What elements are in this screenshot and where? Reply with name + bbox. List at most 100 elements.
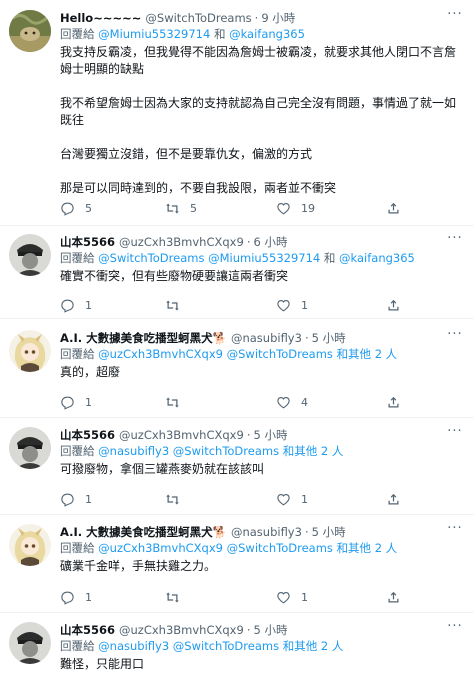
retweet-button[interactable] bbox=[165, 590, 180, 605]
mention-link[interactable]: @uzCxh3BmvhCXqx9 bbox=[98, 541, 223, 555]
reply-button[interactable]: 1 bbox=[60, 492, 92, 507]
separator: · bbox=[246, 428, 251, 442]
user-handle[interactable]: @nasubifly3 bbox=[231, 524, 302, 540]
share-button[interactable] bbox=[386, 492, 401, 507]
reply-context: 回覆給 @nasubifly3 @SwitchToDreams 和其他 2 人 bbox=[60, 443, 466, 459]
avatar-image bbox=[9, 427, 51, 469]
timestamp[interactable]: 5 小時 bbox=[253, 427, 287, 443]
reply-button[interactable]: 1 bbox=[60, 298, 92, 313]
timestamp[interactable]: 5 小時 bbox=[253, 622, 287, 638]
tweet-text: 可撥廢物，拿個三罐燕麥奶就在該該叫 bbox=[60, 461, 466, 478]
reply-icon bbox=[61, 299, 74, 313]
separator: · bbox=[254, 11, 259, 25]
mention-link[interactable]: @SwitchToDreams bbox=[227, 541, 333, 555]
heart-icon bbox=[277, 299, 290, 311]
action-bar: 1 1 bbox=[60, 296, 400, 314]
others-link[interactable]: 和其他 2 人 bbox=[337, 541, 398, 555]
share-button[interactable] bbox=[386, 395, 401, 410]
tweet-header: Hello~~~~~ @SwitchToDreams · 9 小時 bbox=[60, 10, 466, 26]
share-icon bbox=[388, 202, 399, 213]
reply-context: 回覆給 @Miumiu55329714 和 @kaifang365 bbox=[60, 26, 466, 42]
reply-button[interactable]: 1 bbox=[60, 590, 92, 605]
timestamp[interactable]: 9 小時 bbox=[261, 10, 295, 26]
mention-link[interactable]: @SwitchToDreams bbox=[98, 251, 204, 265]
reply-prefix: 回覆給 bbox=[60, 347, 95, 361]
tweet[interactable]: Hello~~~~~ @SwitchToDreams · 9 小時 ··· 回覆… bbox=[0, 0, 474, 226]
timestamp[interactable]: 5 小時 bbox=[312, 330, 346, 346]
others-link[interactable]: 和其他 2 人 bbox=[337, 347, 398, 361]
separator: · bbox=[304, 525, 309, 539]
avatar[interactable] bbox=[9, 330, 51, 372]
retweet-button[interactable]: 5 bbox=[165, 201, 197, 216]
retweet-button[interactable] bbox=[165, 492, 180, 507]
more-icon[interactable]: ··· bbox=[446, 425, 464, 443]
reply-button[interactable]: 1 bbox=[60, 395, 92, 410]
like-button[interactable]: 1 bbox=[276, 590, 308, 605]
timestamp[interactable]: 6 小時 bbox=[253, 234, 287, 250]
more-icon[interactable]: ··· bbox=[446, 232, 464, 250]
avatar[interactable] bbox=[9, 427, 51, 469]
tweet-text: 礦業千金咩，手無扶雞之力。 bbox=[60, 558, 466, 575]
reply-button[interactable]: 5 bbox=[60, 201, 92, 216]
display-name[interactable]: Hello~~~~~ bbox=[60, 10, 141, 26]
mention-link[interactable]: @uzCxh3BmvhCXqx9 bbox=[98, 347, 223, 361]
tweet[interactable]: 山本5566 @uzCxh3BmvhCXqx9 · 6 小時 ··· 回覆給 @… bbox=[0, 226, 474, 319]
like-button[interactable]: 19 bbox=[276, 201, 315, 216]
more-icon[interactable]: ··· bbox=[446, 620, 464, 638]
avatar-image bbox=[9, 234, 51, 276]
mention-link[interactable]: @Miumiu55329714 bbox=[208, 251, 320, 265]
user-handle[interactable]: @SwitchToDreams bbox=[145, 10, 251, 26]
mention-link[interactable]: @Miumiu55329714 bbox=[98, 27, 210, 41]
display-name[interactable]: 山本5566 bbox=[60, 427, 115, 443]
reply-joiner: 和 bbox=[213, 27, 226, 41]
user-handle[interactable]: @uzCxh3BmvhCXqx9 bbox=[119, 427, 244, 443]
avatar[interactable] bbox=[9, 10, 51, 52]
reply-prefix: 回覆給 bbox=[60, 251, 95, 265]
retweet-button[interactable] bbox=[165, 298, 180, 313]
share-button[interactable] bbox=[386, 201, 401, 216]
mention-link[interactable]: @nasubifly3 bbox=[98, 444, 169, 458]
heart-icon bbox=[277, 202, 290, 214]
like-button[interactable]: 1 bbox=[276, 492, 308, 507]
mention-link[interactable]: @kaifang365 bbox=[229, 27, 305, 41]
avatar[interactable] bbox=[9, 622, 51, 664]
tweet[interactable]: A.I. 大數據美食吃播型蚵黑犬🐕 @nasubifly3 · 5 小時 ···… bbox=[0, 319, 474, 418]
more-icon[interactable]: ··· bbox=[446, 522, 464, 540]
user-handle[interactable]: @uzCxh3BmvhCXqx9 bbox=[119, 234, 244, 250]
timestamp[interactable]: 5 小時 bbox=[312, 524, 346, 540]
avatar[interactable] bbox=[9, 234, 51, 276]
tweet-header: A.I. 大數據美食吃播型蚵黑犬🐕 @nasubifly3 · 5 小時 bbox=[60, 330, 466, 346]
more-icon[interactable]: ··· bbox=[446, 328, 464, 346]
mention-link[interactable]: @SwitchToDreams bbox=[173, 444, 279, 458]
share-button[interactable] bbox=[386, 590, 401, 605]
mention-link[interactable]: @kaifang365 bbox=[339, 251, 415, 265]
user-handle[interactable]: @nasubifly3 bbox=[231, 330, 302, 346]
display-name[interactable]: A.I. 大數據美食吃播型蚵黑犬🐕 bbox=[60, 330, 227, 346]
others-link[interactable]: 和其他 2 人 bbox=[283, 444, 344, 458]
mention-link[interactable]: @SwitchToDreams bbox=[227, 347, 333, 361]
others-link[interactable]: 和其他 2 人 bbox=[283, 639, 344, 653]
text-line: 我支持反霸凌，但我覺得不能因為詹姆士被霸凌，就要求其他人閉口不言詹 bbox=[60, 45, 457, 59]
tweet[interactable]: A.I. 大數據美食吃播型蚵黑犬🐕 @nasubifly3 · 5 小時 ···… bbox=[0, 515, 474, 613]
user-handle[interactable]: @uzCxh3BmvhCXqx9 bbox=[119, 622, 244, 638]
like-count: 1 bbox=[301, 590, 308, 604]
text-line: 既往 bbox=[60, 113, 85, 127]
display-name[interactable]: 山本5566 bbox=[60, 234, 115, 250]
avatar[interactable] bbox=[9, 524, 51, 566]
like-count: 4 bbox=[301, 395, 308, 409]
reply-count: 1 bbox=[85, 492, 92, 506]
tweet-header: 山本5566 @uzCxh3BmvhCXqx9 · 5 小時 bbox=[60, 427, 466, 443]
display-name[interactable]: A.I. 大數據美食吃播型蚵黑犬🐕 bbox=[60, 524, 227, 540]
like-button[interactable]: 4 bbox=[276, 395, 308, 410]
mention-link[interactable]: @SwitchToDreams bbox=[173, 639, 279, 653]
more-icon[interactable]: ··· bbox=[446, 8, 464, 26]
like-button[interactable]: 1 bbox=[276, 298, 308, 313]
tweet[interactable]: 山本5566 @uzCxh3BmvhCXqx9 · 5 小時 ··· 回覆給 @… bbox=[0, 418, 474, 515]
display-name[interactable]: 山本5566 bbox=[60, 622, 115, 638]
share-button[interactable] bbox=[386, 298, 401, 313]
avatar-image bbox=[9, 10, 51, 52]
retweet-button[interactable] bbox=[165, 395, 180, 410]
tweet[interactable]: 山本5566 @uzCxh3BmvhCXqx9 · 5 小時 ··· 回覆給 @… bbox=[0, 613, 474, 680]
mention-link[interactable]: @nasubifly3 bbox=[98, 639, 169, 653]
text-line: 台灣要獨立沒錯，但不是要靠仇女，偏激的方式 bbox=[60, 147, 313, 161]
